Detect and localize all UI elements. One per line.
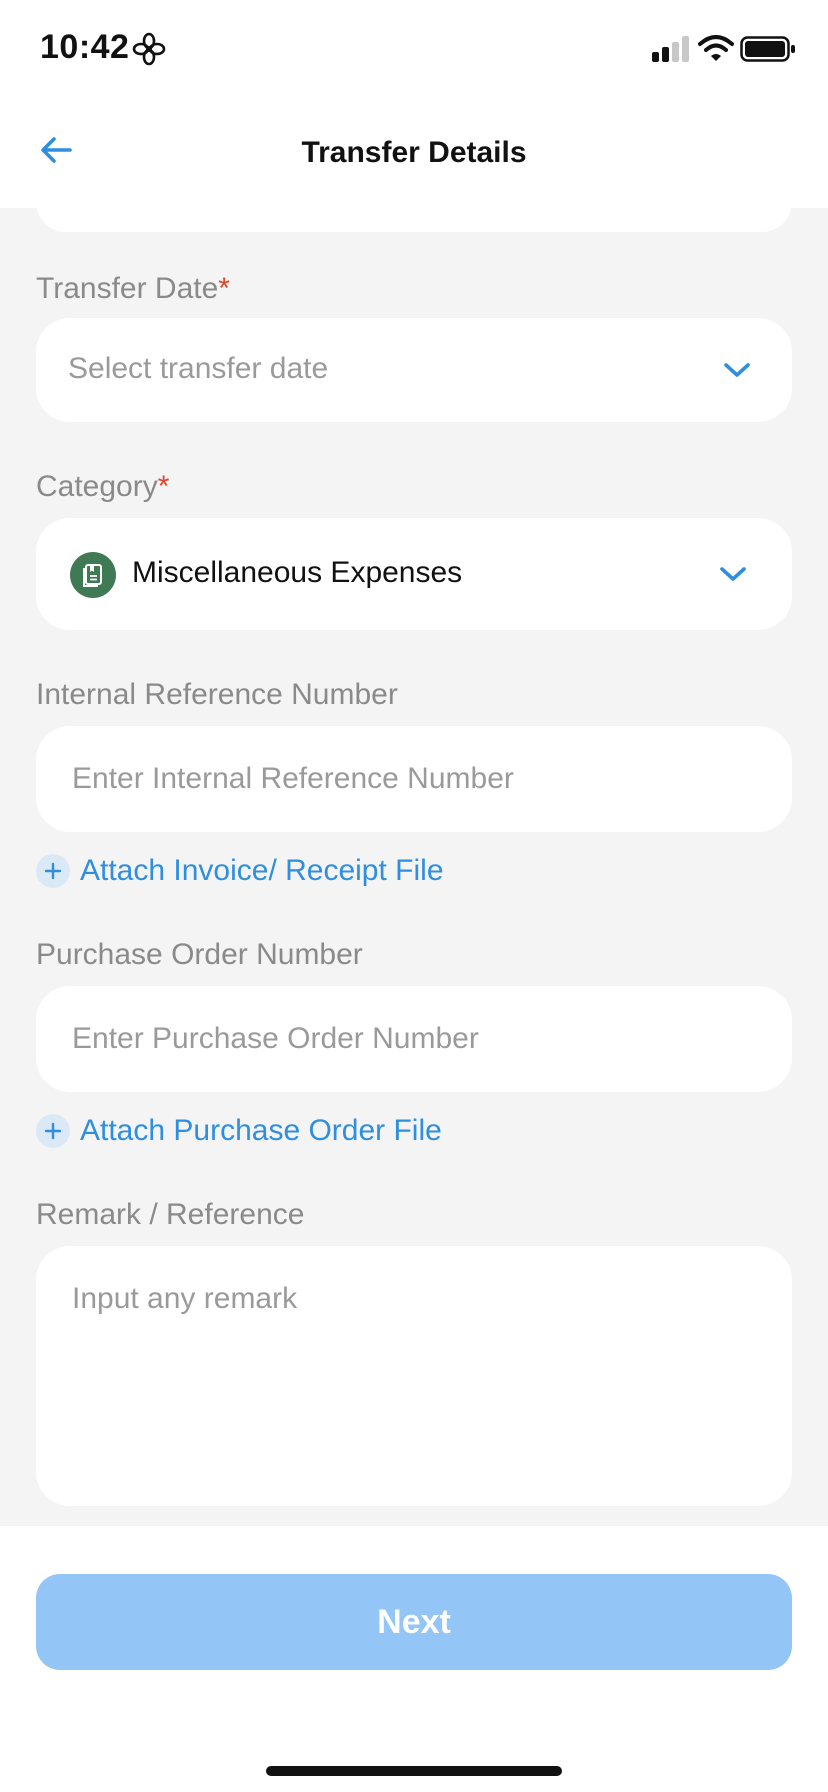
bottom-action-bar: Next bbox=[0, 1526, 828, 1792]
chevron-down-icon bbox=[720, 567, 746, 581]
internal-reference-label: Internal Reference Number bbox=[36, 678, 398, 711]
purchase-order-label: Purchase Order Number bbox=[36, 938, 363, 971]
category-label: Category* bbox=[36, 470, 169, 504]
plus-icon bbox=[36, 1114, 70, 1148]
required-mark: * bbox=[218, 272, 230, 305]
transfer-date-placeholder: Select transfer date bbox=[68, 352, 329, 385]
required-mark: * bbox=[157, 470, 170, 503]
attach-purchase-order-label: Attach Purchase Order File bbox=[80, 1114, 442, 1147]
page-title: Transfer Details bbox=[301, 136, 527, 169]
purchase-order-input[interactable]: Enter Purchase Order Number bbox=[36, 986, 792, 1092]
transfer-date-label: Transfer Date* bbox=[36, 272, 230, 306]
transfer-date-select[interactable]: Select transfer date bbox=[36, 318, 792, 422]
internal-reference-placeholder: Enter Internal Reference Number bbox=[72, 762, 514, 795]
internal-reference-input[interactable]: Enter Internal Reference Number bbox=[36, 726, 792, 832]
wifi-icon bbox=[698, 35, 734, 61]
category-label-text: Category bbox=[36, 470, 158, 503]
remark-label: Remark / Reference bbox=[36, 1198, 305, 1231]
status-bar: 10:42 bbox=[0, 0, 828, 100]
plus-icon bbox=[36, 854, 70, 888]
status-time: 10:42 bbox=[40, 28, 130, 66]
transfer-date-label-text: Transfer Date bbox=[36, 272, 219, 305]
category-value: Miscellaneous Expenses bbox=[132, 556, 463, 589]
purchase-order-placeholder: Enter Purchase Order Number bbox=[72, 1022, 479, 1055]
receipt-icon bbox=[70, 552, 116, 598]
attach-purchase-order-button[interactable]: Attach Purchase Order File bbox=[36, 1114, 442, 1148]
attach-invoice-label: Attach Invoice/ Receipt File bbox=[80, 854, 444, 887]
battery-icon bbox=[740, 36, 795, 62]
attach-invoice-button[interactable]: Attach Invoice/ Receipt File bbox=[36, 854, 444, 888]
next-button[interactable]: Next bbox=[36, 1574, 792, 1670]
remark-textarea[interactable]: Input any remark bbox=[36, 1246, 792, 1506]
signal-icon bbox=[652, 36, 689, 62]
home-indicator[interactable] bbox=[266, 1766, 562, 1776]
previous-field-card bbox=[36, 188, 792, 232]
form-area: Transfer Date* Select transfer date Cate… bbox=[0, 188, 828, 1526]
category-select[interactable]: Miscellaneous Expenses bbox=[36, 518, 792, 630]
flower-icon bbox=[132, 32, 166, 66]
remark-placeholder: Input any remark bbox=[72, 1282, 298, 1315]
chevron-down-icon bbox=[724, 363, 750, 377]
